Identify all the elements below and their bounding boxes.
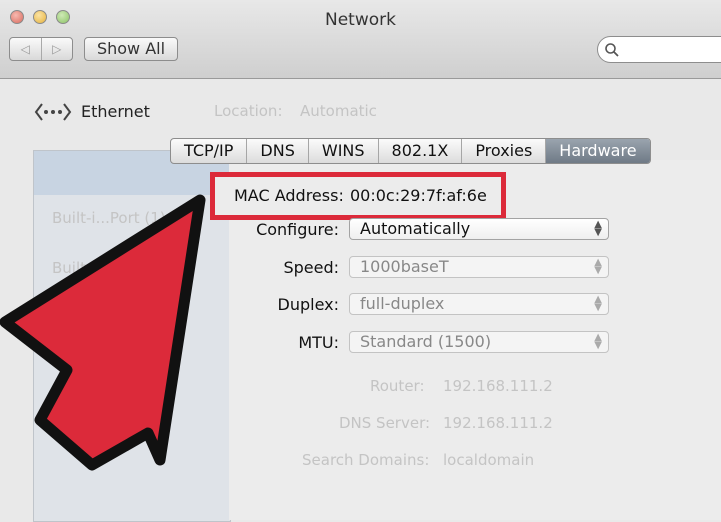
duplex-value: full-duplex <box>360 294 445 313</box>
tab-hardware[interactable]: Hardware <box>545 139 650 163</box>
service-name: Ethernet <box>81 102 150 121</box>
window-title: Network <box>325 10 396 30</box>
forward-button[interactable]: ▷ <box>40 38 73 60</box>
speed-value: 1000baseT <box>360 257 449 276</box>
mac-address-label: MAC Address: <box>234 186 344 205</box>
search-icon <box>605 43 619 57</box>
tab-proxies[interactable]: Proxies <box>461 139 545 163</box>
ethernet-icon <box>34 103 72 121</box>
tab-tcpip[interactable]: TCP/IP <box>171 139 246 163</box>
tab-8021x[interactable]: 802.1X <box>377 139 462 163</box>
window-toolbar: Network ◁ ▷ Show All <box>0 0 721 79</box>
configure-label: Configure: <box>256 220 339 239</box>
search-field[interactable] <box>597 36 721 63</box>
dns-server-value: 192.168.111.2 <box>443 414 553 432</box>
speed-label: Speed: <box>283 258 339 277</box>
forward-icon: ▷ <box>52 42 62 56</box>
configure-value: Automatically <box>360 219 471 238</box>
back-button[interactable]: ◁ <box>10 38 41 60</box>
mac-address-value: 00:0c:29:7f:af:6e <box>350 186 487 205</box>
duplex-select[interactable]: full-duplex ▲ ▼ <box>349 293 609 315</box>
location-value: Automatic <box>300 102 377 120</box>
mtu-value: Standard (1500) <box>360 332 492 351</box>
speed-select[interactable]: 1000baseT ▲ ▼ <box>349 256 609 278</box>
service-list-item[interactable]: Built-i...Port (1) <box>52 209 166 227</box>
duplex-label: Duplex: <box>277 295 339 314</box>
stepper-arrows-icon: ▲ ▼ <box>594 332 602 351</box>
mtu-label: MTU: <box>298 333 339 352</box>
search-domains-label: Search Domains: <box>302 451 430 469</box>
router-value: 192.168.111.2 <box>443 377 553 395</box>
back-icon: ◁ <box>20 42 30 56</box>
stepper-arrows-icon: ▲ ▼ <box>594 219 602 238</box>
show-all-button[interactable]: Show All <box>84 37 178 61</box>
service-list-item[interactable]: Built-i... <box>52 259 110 277</box>
mtu-select[interactable]: Standard (1500) ▲ ▼ <box>349 331 609 353</box>
service-list[interactable]: Built-i...Port (1) Built-i... <box>33 150 231 522</box>
stepper-arrows-icon: ▲ ▼ <box>594 294 602 313</box>
stepper-arrows-icon: ▲ ▼ <box>594 257 602 276</box>
tab-dns[interactable]: DNS <box>246 139 307 163</box>
back-forward-group: ◁ ▷ <box>9 37 73 61</box>
tab-bar: TCP/IP DNS WINS 802.1X Proxies Hardware <box>170 138 651 164</box>
search-domains-value: localdomain <box>443 451 535 469</box>
tab-wins[interactable]: WINS <box>307 139 378 163</box>
router-label: Router: <box>370 377 425 395</box>
configure-select[interactable]: Automatically ▲ ▼ <box>349 218 609 240</box>
location-label: Location: <box>214 102 283 120</box>
dns-server-label: DNS Server: <box>339 414 431 432</box>
